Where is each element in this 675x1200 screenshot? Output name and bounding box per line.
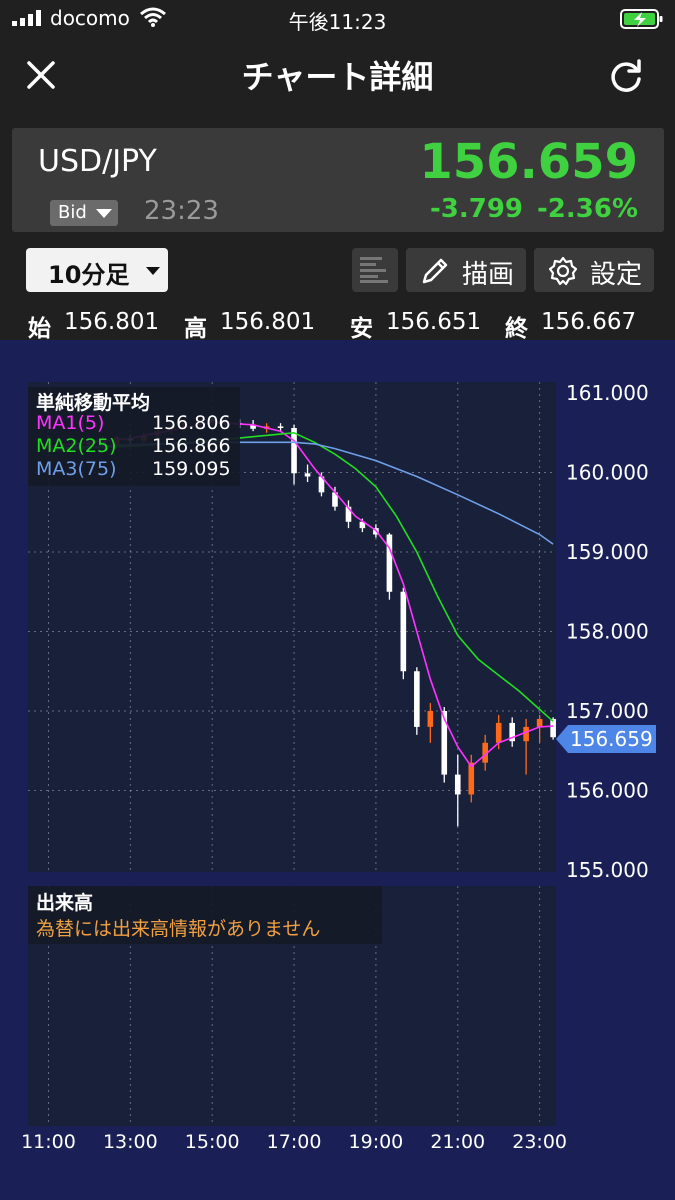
price-type-dropdown[interactable]: Bid: [50, 200, 118, 226]
status-time: 午後11:23: [288, 10, 387, 34]
ma2-value: 156.866: [152, 435, 231, 457]
nav-bar: チャート詳細: [0, 38, 675, 114]
page-title: チャート詳細: [241, 58, 434, 96]
x-tick-label: 15:00: [185, 1131, 240, 1153]
candle-body: [414, 671, 420, 727]
badge-arrow: [556, 725, 568, 753]
price-type-label: Bid: [58, 202, 87, 223]
price-change: -3.799 -2.36%: [430, 194, 638, 224]
current-price: 156.659: [419, 134, 638, 190]
quote-card: USD/JPY 156.659 Bid 23:23 -3.799 -2.36%: [12, 128, 664, 232]
candle-body: [400, 591, 407, 672]
settings-button[interactable]: 設定: [534, 248, 654, 292]
candle-body: [291, 427, 297, 474]
open-label: 始: [28, 316, 51, 342]
x-tick-label: 21:00: [430, 1131, 485, 1153]
low-label: 安: [350, 316, 373, 342]
candle-body: [536, 718, 543, 727]
y-tick-label: 159.000: [566, 540, 649, 564]
ma1-name: MA1(5): [36, 412, 105, 434]
x-tick-label: 13:00: [103, 1131, 158, 1153]
x-tick-label: 19:00: [349, 1131, 404, 1153]
legend-title: 単純移動平均: [36, 392, 151, 414]
low-value: 156.651: [386, 309, 482, 335]
chevron-down-icon: [146, 267, 160, 275]
status-bar: docomo 午後11:23: [0, 0, 675, 38]
battery-charging-icon: [620, 9, 663, 29]
close-value: 156.667: [541, 309, 637, 335]
timeframe-selector[interactable]: 10分足: [26, 248, 168, 292]
y-tick-label: 157.000: [566, 699, 649, 723]
y-tick-label: 158.000: [566, 620, 649, 644]
settings-label: 設定: [590, 260, 643, 290]
volume-title: 出来高: [36, 892, 94, 914]
candle-body: [495, 722, 502, 743]
ohlc-row: 始 156.801 高 156.801 安 156.651 終 156.667: [0, 309, 675, 343]
y-tick-label: 156.000: [566, 779, 649, 803]
order-book-button[interactable]: [352, 248, 398, 292]
candle-body: [523, 726, 529, 742]
candle-body: [454, 774, 461, 795]
ma2-name: MA2(25): [36, 435, 117, 457]
ma-legend: 単純移動平均 MA1(5) 156.806 MA2(25) 156.866 MA…: [28, 387, 240, 486]
draw-button[interactable]: 描画: [406, 248, 526, 292]
quote-time: 23:23: [144, 196, 219, 226]
change-percent: -2.36%: [537, 194, 638, 224]
high-label: 高: [184, 316, 207, 342]
candle-body: [277, 426, 284, 428]
volume-note: 為替には出来高情報がありません: [36, 918, 321, 940]
y-tick-label: 160.000: [566, 461, 649, 485]
y-tick-label: 161.000: [566, 381, 649, 405]
refresh-icon[interactable]: [606, 56, 646, 96]
x-tick-label: 11:00: [21, 1131, 76, 1153]
x-tick-label: 17:00: [267, 1131, 322, 1153]
change-value: -3.799: [429, 194, 523, 224]
last-price-badge: 156.659: [556, 725, 656, 753]
last-price-label: 156.659: [570, 727, 653, 751]
pencil-icon: [422, 258, 448, 284]
candle-body: [427, 711, 434, 727]
close-label: 終: [505, 316, 528, 342]
high-value: 156.801: [220, 309, 316, 335]
chart-area[interactable]: 161.000 160.000 159.000 158.000 157.000 156.0…: [0, 340, 675, 1200]
bar-list-icon: [360, 257, 388, 283]
currency-pair: USD/JPY: [38, 144, 157, 179]
candle-body: [304, 473, 311, 477]
candle-body: [386, 534, 393, 592]
draw-label: 描画: [462, 260, 515, 290]
timeframe-label: 10分足: [48, 261, 130, 289]
volume-panel-header: 出来高 為替には出来高情報がありません: [28, 886, 382, 944]
ma3-name: MA3(75): [36, 458, 117, 480]
y-tick-label: 155.000: [566, 858, 649, 882]
gear-icon: [548, 256, 578, 286]
x-tick-label: 23:00: [512, 1131, 567, 1153]
open-value: 156.801: [64, 309, 160, 335]
chevron-down-icon: [96, 209, 112, 218]
ma3-value: 159.095: [152, 458, 231, 480]
ma1-value: 156.806: [152, 412, 231, 434]
